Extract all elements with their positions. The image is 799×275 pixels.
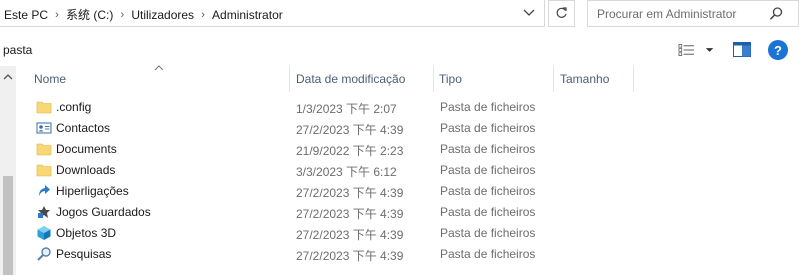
file-type: Pasta de ficheiros [440,205,536,219]
address-history-dropdown[interactable] [518,3,540,23]
links-icon [39,185,50,196]
breadcrumb-administrator[interactable]: Administrator [212,8,283,22]
file-date: 21/9/2022 下午 2:23 [296,144,404,158]
file-type: Pasta de ficheiros [440,163,536,177]
chevron-right-icon[interactable]: › [194,9,212,21]
refresh-icon [556,7,567,18]
breadcrumb-users[interactable]: Utilizadores [131,8,194,22]
search-box[interactable] [587,0,799,27]
file-type: Pasta de ficheiros [440,121,536,135]
column-header-date[interactable]: Data de modificação [296,66,432,92]
column-header-size[interactable]: Tamanho [560,66,633,92]
address-bar[interactable]: Este PC › 系统 (C:) › Utilizadores › Admin… [0,0,545,27]
file-date: 1/3/2023 下午 2:07 [296,102,397,116]
preview-pane-icon[interactable] [733,42,751,57]
file-name[interactable]: Downloads [56,163,115,177]
column-divider[interactable] [553,66,554,92]
chevron-right-icon[interactable]: › [113,9,131,21]
saved-games-icon [38,206,50,218]
file-date: 27/2/2023 下午 4:39 [296,186,404,200]
search-icon[interactable] [768,6,784,22]
file-type: Pasta de ficheiros [440,100,536,114]
chevron-down-icon [523,9,535,16]
folder-icon [36,164,52,177]
file-row[interactable]: Objetos 3D 27/2/2023 下午 4:39 Pasta de fi… [16,222,799,243]
file-row[interactable]: Documents 21/9/2022 下午 2:23 Pasta de fic… [16,138,799,159]
file-name[interactable]: Jogos Guardados [56,205,151,219]
scroll-up-arrow-icon[interactable] [3,72,13,82]
breadcrumb: Este PC › 系统 (C:) › Utilizadores › Admin… [4,6,283,23]
scrollbar-thumb[interactable] [3,176,13,275]
refresh-button[interactable] [548,0,575,27]
column-header-name[interactable]: Nome [34,66,289,92]
file-date: 27/2/2023 下午 4:39 [296,228,404,242]
help-button[interactable]: ? [768,40,788,60]
breadcrumb-drive-c[interactable]: 系统 (C:) [66,6,113,23]
file-name[interactable]: Pesquisas [56,247,111,261]
breadcrumb-this-pc[interactable]: Este PC [4,8,48,22]
file-date: 27/2/2023 下午 4:39 [296,207,404,221]
toolbar: pasta ? [0,36,799,64]
searches-icon [37,247,51,261]
file-date: 27/2/2023 下午 4:39 [296,123,404,137]
column-header-row: Nome Data de modificação Tipo Tamanho [16,65,799,92]
file-row[interactable]: Downloads 3/3/2023 下午 6:12 Pasta de fich… [16,159,799,180]
file-row[interactable]: Hiperligações 27/2/2023 下午 4:39 Pasta de… [16,180,799,201]
contacts-icon [36,122,52,134]
file-name[interactable]: Documents [56,142,117,156]
search-input[interactable] [597,6,767,22]
file-type: Pasta de ficheiros [440,226,536,240]
toolbar-label: pasta [3,43,33,57]
view-options-button[interactable] [678,42,716,58]
file-row[interactable]: .config 1/3/2023 下午 2:07 Pasta de fichei… [16,96,799,117]
folder-icon [36,101,52,114]
file-name[interactable]: .config [56,100,91,114]
file-name[interactable]: Hiperligações [56,184,129,198]
file-date: 3/3/2023 下午 6:12 [296,165,397,179]
column-header-type[interactable]: Tipo [439,66,551,92]
details-view-icon [678,44,694,56]
column-divider[interactable] [289,66,290,92]
column-divider[interactable] [633,66,634,92]
file-type: Pasta de ficheiros [440,247,536,261]
file-type: Pasta de ficheiros [440,184,536,198]
file-row[interactable]: Pesquisas 27/2/2023 下午 4:39 Pasta de fic… [16,243,799,264]
column-divider[interactable] [433,66,434,92]
file-name[interactable]: Contactos [56,121,110,135]
chevron-right-icon[interactable]: › [48,9,66,21]
help-icon: ? [774,42,782,58]
caret-down-icon [705,48,714,52]
3d-objects-icon [37,226,51,240]
file-row[interactable]: Contactos 27/2/2023 下午 4:39 Pasta de fic… [16,117,799,138]
nav-pane-scrollbar[interactable] [0,66,16,275]
file-row[interactable]: Jogos Guardados 27/2/2023 下午 4:39 Pasta … [16,201,799,222]
folder-icon [36,143,52,156]
address-row: Este PC › 系统 (C:) › Utilizadores › Admin… [0,0,799,28]
file-date: 27/2/2023 下午 4:39 [296,249,404,263]
file-type: Pasta de ficheiros [440,142,536,156]
file-name[interactable]: Objetos 3D [56,226,116,240]
